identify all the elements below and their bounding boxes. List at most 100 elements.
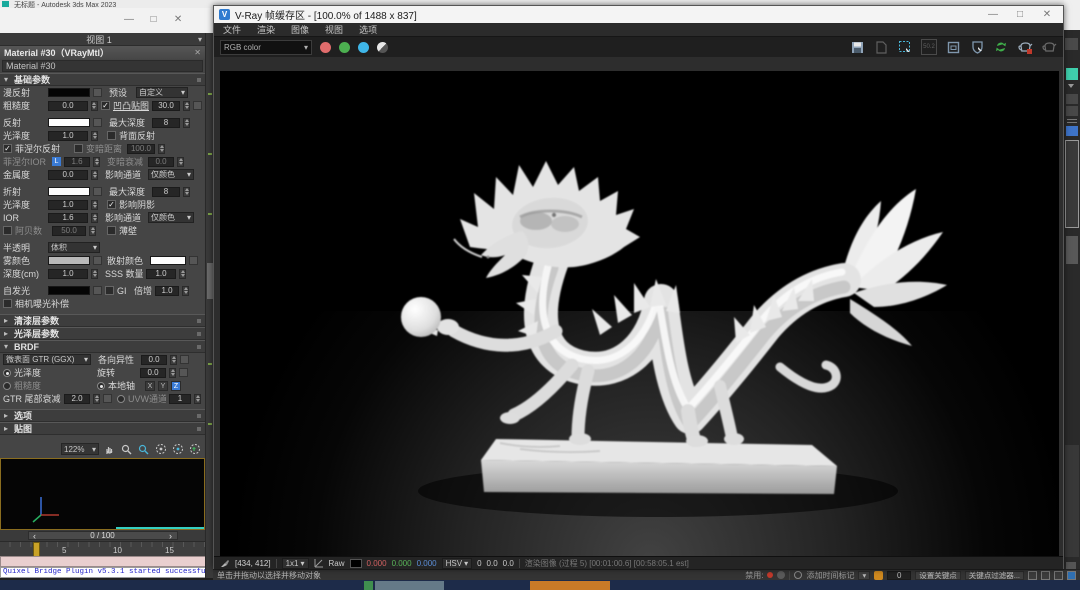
uvw-radio[interactable] [117,395,125,403]
section-brdf[interactable]: ▾ BRDF [0,340,205,353]
pan-to-selected-icon[interactable] [188,443,201,456]
gi-checkbox[interactable] [105,286,114,295]
maxscript-listener-pink[interactable] [0,556,211,567]
anisotropy-map-button[interactable] [180,355,189,364]
preset-dropdown[interactable]: 自定义▾ [136,87,188,98]
compare-icon[interactable] [969,39,985,55]
time-marker[interactable] [33,542,40,557]
save-layers-icon[interactable] [873,39,889,55]
metalness-value[interactable]: 0.0 [48,170,88,180]
selection-dropdown[interactable]: ▾ [858,571,870,580]
fog-map-button[interactable] [93,256,102,265]
axis-z-button[interactable]: Z [171,381,181,391]
orbit-view-icon[interactable] [1054,571,1063,580]
next-frame-icon[interactable]: › [165,531,177,541]
chevron-down-icon[interactable]: ▾ [198,35,205,44]
menu-options[interactable]: 选项 [359,23,377,36]
abbe-checkbox[interactable] [3,226,12,235]
gloss-spinner[interactable] [91,131,98,141]
fresnel-ior-spinner[interactable] [93,157,100,167]
pixel-scale-dropdown[interactable]: 1x1▾ [282,558,309,569]
blue-channel-icon[interactable] [358,42,369,53]
bump-spinner[interactable] [183,101,190,111]
pan-hand-icon[interactable] [103,443,116,456]
maximize-viewport-icon[interactable] [1067,571,1076,580]
dim-spinner[interactable] [158,144,165,154]
fresnel-ior-value[interactable]: 1.6 [64,157,90,167]
maximize-button[interactable]: □ [143,13,165,27]
windows-taskbar[interactable] [0,580,1080,590]
fresnel-checkbox[interactable]: ✓ [3,144,12,153]
axis-x-button[interactable]: X [145,381,155,391]
gear-icon[interactable] [777,571,785,579]
frame-field[interactable]: 0 [887,571,911,580]
green-channel-icon[interactable] [339,42,350,53]
dim-falloff-spinner[interactable] [177,157,184,167]
roughness-spinner[interactable] [91,101,98,111]
editor-scrollbar[interactable] [205,33,213,578]
diffuse-map-button[interactable] [93,88,102,97]
key-filters-button[interactable]: 关键点过滤器... [965,571,1024,580]
selfillum-color-swatch[interactable] [48,286,90,295]
taskbar-app-icon[interactable] [364,581,373,590]
reflect-map-button[interactable] [93,118,102,127]
resolution-badge[interactable]: 50.2 [921,39,937,55]
microfacet-dropdown[interactable]: 微表面 GTR (GGX)▾ [3,354,91,365]
pipette-icon[interactable] [220,558,230,568]
scatter-color-swatch[interactable] [150,256,186,265]
refract-depth-value[interactable]: 8 [152,187,180,197]
gtr-tail-value[interactable]: 2.0 [64,394,90,404]
side-button[interactable] [1066,106,1078,116]
affect-shadows-checkbox[interactable]: ✓ [107,200,116,209]
uvw-value[interactable]: 1 [169,394,191,404]
zoom-view-icon[interactable] [1041,571,1050,580]
channel-dropdown[interactable]: RGB color▾ [220,40,312,55]
bump-label[interactable]: 凹凸贴图 [113,99,149,112]
close-button[interactable]: ✕ [167,13,189,27]
fog-depth-spinner[interactable] [91,269,98,279]
time-slider[interactable]: ‹ 0 / 100 › [28,531,178,540]
set-key-button[interactable]: 设置关键点 [915,571,961,580]
zoom-extents-icon[interactable] [154,443,167,456]
render-icon[interactable] [1041,39,1057,55]
refract-map-button[interactable] [93,187,102,196]
lock-icon[interactable]: L [52,157,61,166]
fog-depth-value[interactable]: 1.0 [48,269,88,279]
roughness-radio[interactable] [3,382,11,390]
close-icon[interactable]: ✕ [194,48,201,57]
bump-checkbox[interactable]: ✓ [101,101,110,110]
track-bar[interactable]: 5 10 15 [0,541,205,556]
anisotropy-value[interactable]: 0.0 [141,355,167,365]
vfb-titlebar[interactable]: V V-Ray 帧缓存区 - [100.0% of 1488 x 837] — … [214,6,1063,23]
bump-value[interactable]: 30.0 [152,101,180,111]
gloss-value[interactable]: 1.0 [48,131,88,141]
menu-file[interactable]: 文件 [223,23,241,36]
affect-channels-dropdown[interactable]: 仅颜色▾ [148,169,194,180]
side-button[interactable] [1066,94,1078,104]
section-maps[interactable]: ▸ 贴图 [0,422,205,435]
node-view[interactable] [0,458,205,530]
refract-color-swatch[interactable] [48,187,90,196]
zoom-extents-selected-icon[interactable] [171,443,184,456]
taskbar-app-icon[interactable] [530,581,610,590]
menu-view[interactable]: 视图 [325,23,343,36]
scrollbar-thumb[interactable] [1066,236,1078,264]
pan-view-icon[interactable] [1028,571,1037,580]
material-name-field[interactable]: Material #30 [2,60,203,72]
gtr-tail-spinner[interactable] [93,394,100,404]
exposure-checkbox[interactable] [3,299,12,308]
add-time-tag[interactable]: 添加时间标记 [806,570,854,581]
sss-amount-spinner[interactable] [179,269,186,279]
glossiness-radio[interactable] [3,369,11,377]
zoom-region-icon[interactable] [137,443,150,456]
max-depth-spinner[interactable] [183,118,190,128]
gtr-tail-map-button[interactable] [103,394,112,403]
backface-checkbox[interactable] [107,131,116,140]
zoom-level-dropdown[interactable]: 122%▾ [61,443,99,455]
axis-y-button[interactable]: Y [158,381,168,391]
rotation-spinner[interactable] [169,368,176,378]
set-key-icon[interactable] [874,571,883,580]
local-axis-radio[interactable] [97,382,105,390]
chevron-down-icon[interactable] [1068,84,1074,88]
max-depth-value[interactable]: 8 [152,118,180,128]
